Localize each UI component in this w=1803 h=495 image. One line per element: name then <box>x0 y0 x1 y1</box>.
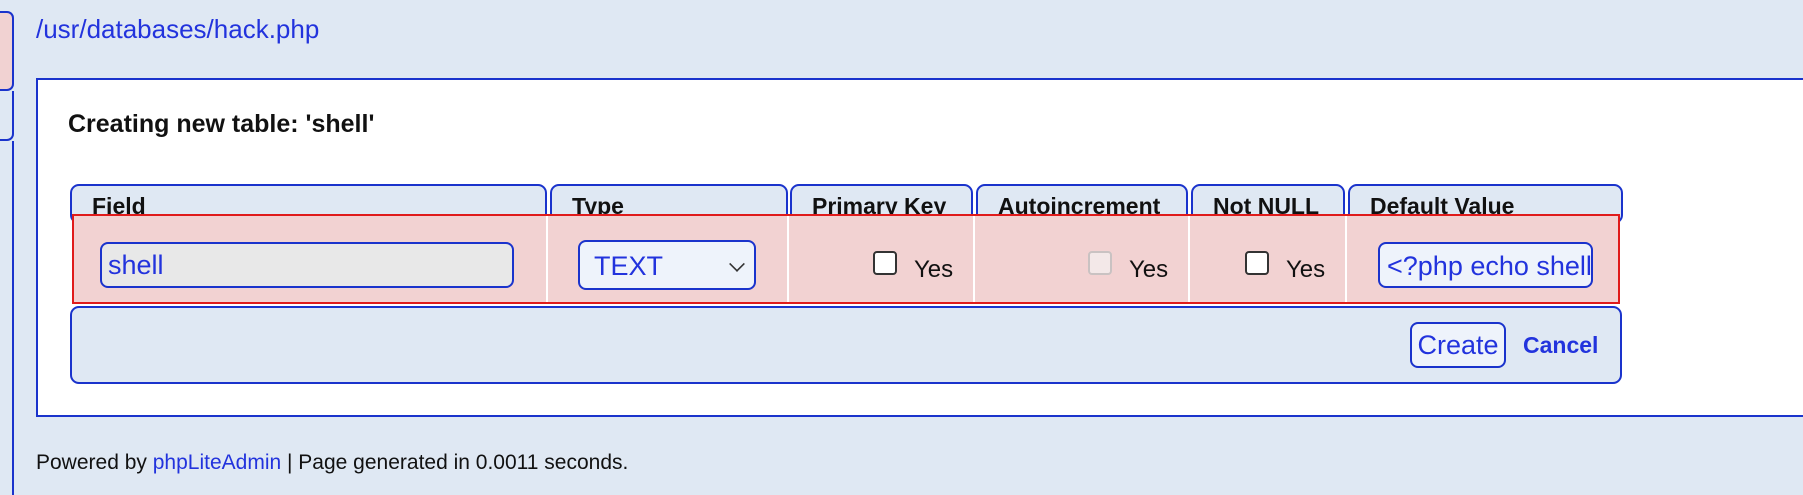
autoincrement-checkbox <box>1088 251 1112 275</box>
not-null-checkbox[interactable] <box>1245 251 1269 275</box>
database-path-link[interactable]: /usr/databases/hack.php <box>36 14 319 45</box>
cell-divider <box>1345 216 1347 302</box>
form-actions-bar <box>70 306 1622 384</box>
default-value-input[interactable]: <?php echo shell <box>1378 242 1593 288</box>
primary-key-checkbox[interactable] <box>873 251 897 275</box>
type-select[interactable]: TEXT <box>578 240 756 290</box>
page-title: Creating new table: 'shell' <box>68 110 375 138</box>
footer-generation-time: | Page generated in 0.0011 seconds. <box>281 451 629 474</box>
phpliteadmin-link[interactable]: phpLiteAdmin <box>153 451 281 474</box>
type-select-value: TEXT <box>594 251 664 281</box>
cell-divider <box>1188 216 1190 302</box>
create-button[interactable]: Create <box>1410 322 1506 368</box>
left-rail-tab[interactable] <box>0 91 14 141</box>
left-rail-divider <box>12 141 14 495</box>
autoincrement-label: Yes <box>1129 256 1169 283</box>
left-rail-tab-active[interactable] <box>0 11 14 91</box>
cell-divider <box>546 216 548 302</box>
cell-divider <box>973 216 975 302</box>
cell-divider <box>787 216 789 302</box>
cancel-link[interactable]: Cancel <box>1523 332 1598 359</box>
chevron-down-icon <box>729 256 745 272</box>
field-name-input[interactable] <box>100 242 514 288</box>
primary-key-label: Yes <box>914 256 954 283</box>
footer-prefix: Powered by <box>36 451 147 474</box>
not-null-label: Yes <box>1286 256 1326 283</box>
page-footer: Powered by phpLiteAdmin | Page generated… <box>36 451 628 475</box>
